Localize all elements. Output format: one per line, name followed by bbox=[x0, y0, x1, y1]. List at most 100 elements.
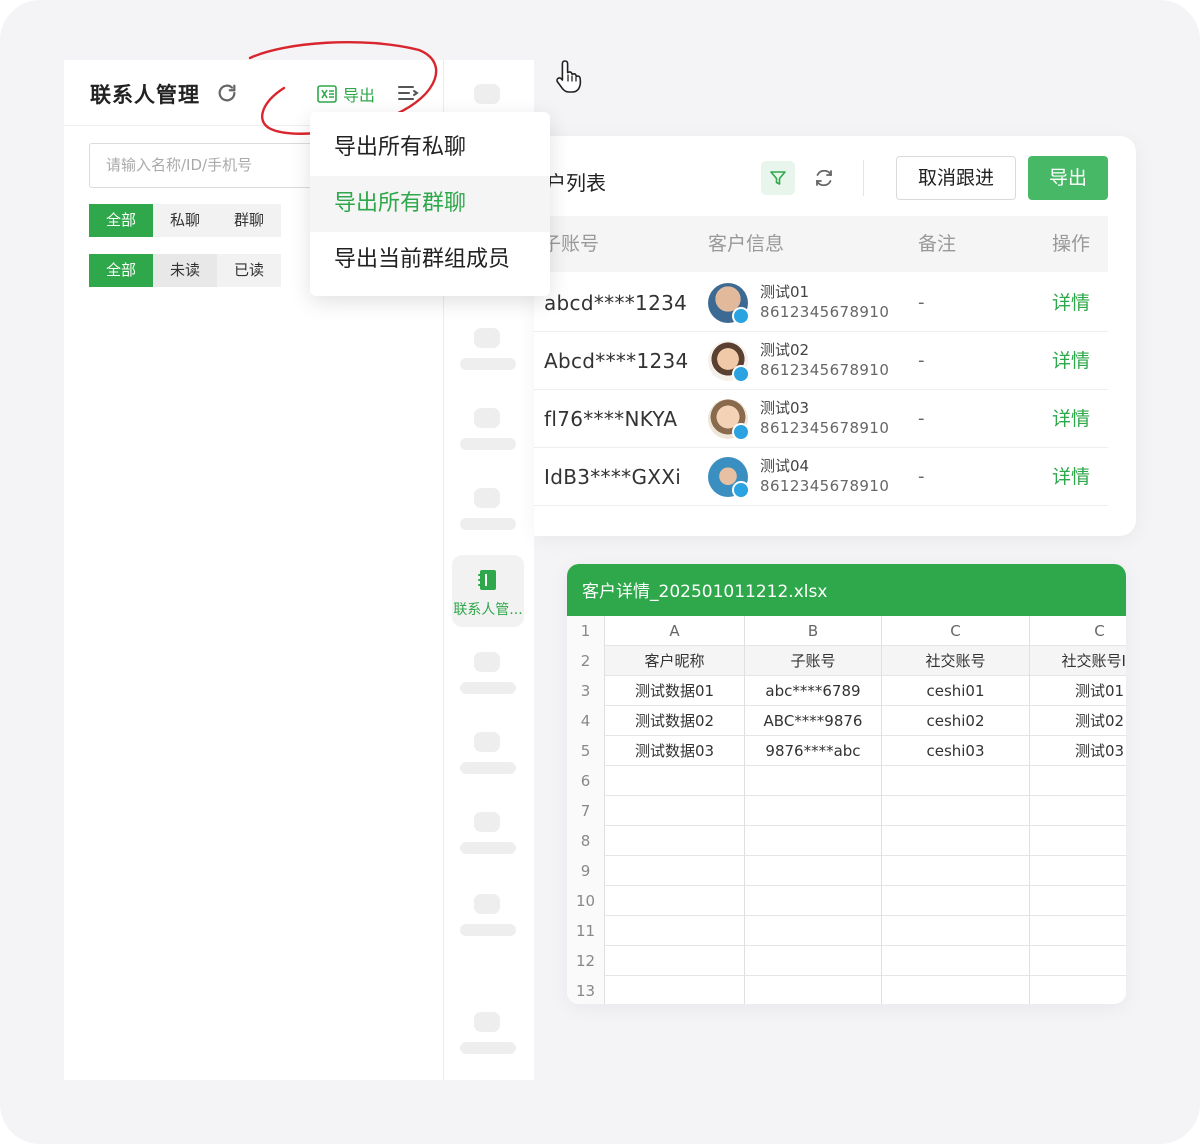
cell bbox=[882, 856, 1030, 886]
contacts-book-icon bbox=[478, 570, 496, 590]
customer-phone: 8612345678910 bbox=[760, 361, 890, 379]
nav-item-placeholder[interactable] bbox=[474, 328, 500, 348]
cell: 测试数据01 bbox=[605, 676, 745, 706]
telegram-icon bbox=[732, 423, 750, 441]
table-row: IdB3****GXXi 测试04 8612345678910 - 详情 bbox=[534, 448, 1108, 506]
column-letter: B bbox=[745, 616, 882, 646]
row-number: 2 bbox=[567, 646, 605, 676]
detail-link[interactable]: 详情 bbox=[1052, 390, 1090, 448]
cell bbox=[882, 916, 1030, 946]
sub-account: Abcd****1234 bbox=[544, 349, 689, 373]
cell bbox=[1030, 766, 1126, 796]
telegram-icon bbox=[732, 481, 750, 499]
nav-item-placeholder[interactable] bbox=[474, 1012, 500, 1032]
customer-name: 测试03 bbox=[760, 399, 810, 417]
cell bbox=[745, 976, 882, 1004]
cell bbox=[1030, 856, 1126, 886]
column-letter: C bbox=[1030, 616, 1126, 646]
remark: - bbox=[918, 350, 925, 371]
customer-phone: 8612345678910 bbox=[760, 477, 890, 495]
row-number: 8 bbox=[567, 826, 605, 856]
cancel-follow-button[interactable]: 取消跟进 bbox=[896, 156, 1016, 200]
nav-item-placeholder[interactable] bbox=[474, 488, 500, 508]
empty-row: 8 bbox=[567, 826, 1126, 856]
nav-label-placeholder bbox=[460, 682, 516, 694]
nav-item-placeholder[interactable] bbox=[474, 652, 500, 672]
nav-item-placeholder[interactable] bbox=[474, 408, 500, 428]
menu-item-export-private[interactable]: 导出所有私聊 bbox=[310, 120, 550, 176]
cell bbox=[882, 886, 1030, 916]
row-number: 5 bbox=[567, 736, 605, 766]
filter-read-all[interactable]: 全部 bbox=[89, 254, 154, 287]
export-customers-button[interactable]: 导出 bbox=[1028, 156, 1108, 200]
filter-unread[interactable]: 未读 bbox=[153, 254, 218, 287]
filter-button[interactable] bbox=[761, 161, 795, 195]
cell bbox=[605, 916, 745, 946]
cell: 测试03 bbox=[1030, 736, 1126, 766]
cell bbox=[1030, 826, 1126, 856]
nav-label-placeholder bbox=[460, 358, 516, 370]
empty-row: 6 bbox=[567, 766, 1126, 796]
cell: ceshi03 bbox=[882, 736, 1030, 766]
table-row: fl76****NKYA 测试03 8612345678910 - 详情 bbox=[534, 390, 1108, 448]
customer-name: 测试01 bbox=[760, 283, 810, 301]
menu-item-export-groups[interactable]: 导出所有群聊 bbox=[310, 176, 550, 232]
cell: 测试01 bbox=[1030, 676, 1126, 706]
filter-all[interactable]: 全部 bbox=[89, 204, 154, 237]
empty-row: 7 bbox=[567, 796, 1126, 826]
cell bbox=[882, 976, 1030, 1004]
customer-name: 测试02 bbox=[760, 341, 810, 359]
cell bbox=[882, 796, 1030, 826]
detail-link[interactable]: 详情 bbox=[1052, 274, 1090, 332]
nav-item-placeholder[interactable] bbox=[474, 732, 500, 752]
detail-link[interactable]: 详情 bbox=[1052, 448, 1090, 506]
cell bbox=[882, 826, 1030, 856]
row-number: 12 bbox=[567, 946, 605, 976]
cell bbox=[882, 946, 1030, 976]
reload-icon[interactable] bbox=[813, 167, 835, 189]
customer-phone: 8612345678910 bbox=[760, 419, 890, 437]
export-dropdown: 导出所有私聊 导出所有群聊 导出当前群组成员 bbox=[310, 112, 550, 296]
row-number: 7 bbox=[567, 796, 605, 826]
filter-private[interactable]: 私聊 bbox=[153, 204, 218, 237]
header-cell: 社交账号 bbox=[882, 646, 1030, 676]
row-number: 1 bbox=[567, 616, 605, 646]
table-row: Abcd****1234 测试02 8612345678910 - 详情 bbox=[534, 332, 1108, 390]
refresh-icon[interactable] bbox=[216, 82, 238, 104]
sub-account: IdB3****GXXi bbox=[544, 465, 682, 489]
cell: 测试数据02 bbox=[605, 706, 745, 736]
search-input[interactable]: 请输入名称/ID/手机号 bbox=[89, 143, 319, 188]
cell: ABC****9876 bbox=[745, 706, 882, 736]
collapse-menu-icon[interactable] bbox=[397, 83, 419, 103]
customer-name: 测试04 bbox=[760, 457, 810, 475]
nav-item-contacts[interactable]: 联系人管... bbox=[452, 555, 524, 627]
column-letter-row: 1 A B C C bbox=[567, 616, 1126, 646]
empty-row: 11 bbox=[567, 916, 1126, 946]
export-button[interactable]: 导出 bbox=[317, 82, 375, 106]
table-header: 子账号 客户信息 备注 操作 bbox=[534, 216, 1108, 272]
menu-item-export-members[interactable]: 导出当前群组成员 bbox=[310, 232, 550, 288]
nav-item-placeholder[interactable] bbox=[474, 84, 500, 104]
nav-item-placeholder[interactable] bbox=[474, 812, 500, 832]
column-letter: A bbox=[605, 616, 745, 646]
sub-account: fl76****NKYA bbox=[544, 407, 678, 431]
cell bbox=[605, 796, 745, 826]
cell: ceshi02 bbox=[882, 706, 1030, 736]
nav-label-placeholder bbox=[460, 924, 516, 936]
remark: - bbox=[918, 408, 925, 429]
excel-preview: 客户详情_202501011212.xlsx 1 A B C C 2 客户昵称 … bbox=[567, 564, 1126, 1004]
data-row: 5 测试数据03 9876****abc ceshi03 测试03 bbox=[567, 736, 1126, 766]
column-header: 子账号 bbox=[542, 233, 600, 255]
row-number: 13 bbox=[567, 976, 605, 1004]
telegram-icon bbox=[732, 365, 750, 383]
filter-group[interactable]: 群聊 bbox=[217, 204, 282, 237]
remark: - bbox=[918, 292, 925, 313]
filter-read[interactable]: 已读 bbox=[217, 254, 282, 287]
cell bbox=[1030, 796, 1126, 826]
data-row: 3 测试数据01 abc****6789 ceshi01 测试01 bbox=[567, 676, 1126, 706]
page-title: 联系人管理 bbox=[90, 83, 200, 107]
column-letter: C bbox=[882, 616, 1030, 646]
detail-link[interactable]: 详情 bbox=[1052, 332, 1090, 390]
cell bbox=[882, 766, 1030, 796]
nav-item-placeholder[interactable] bbox=[474, 894, 500, 914]
